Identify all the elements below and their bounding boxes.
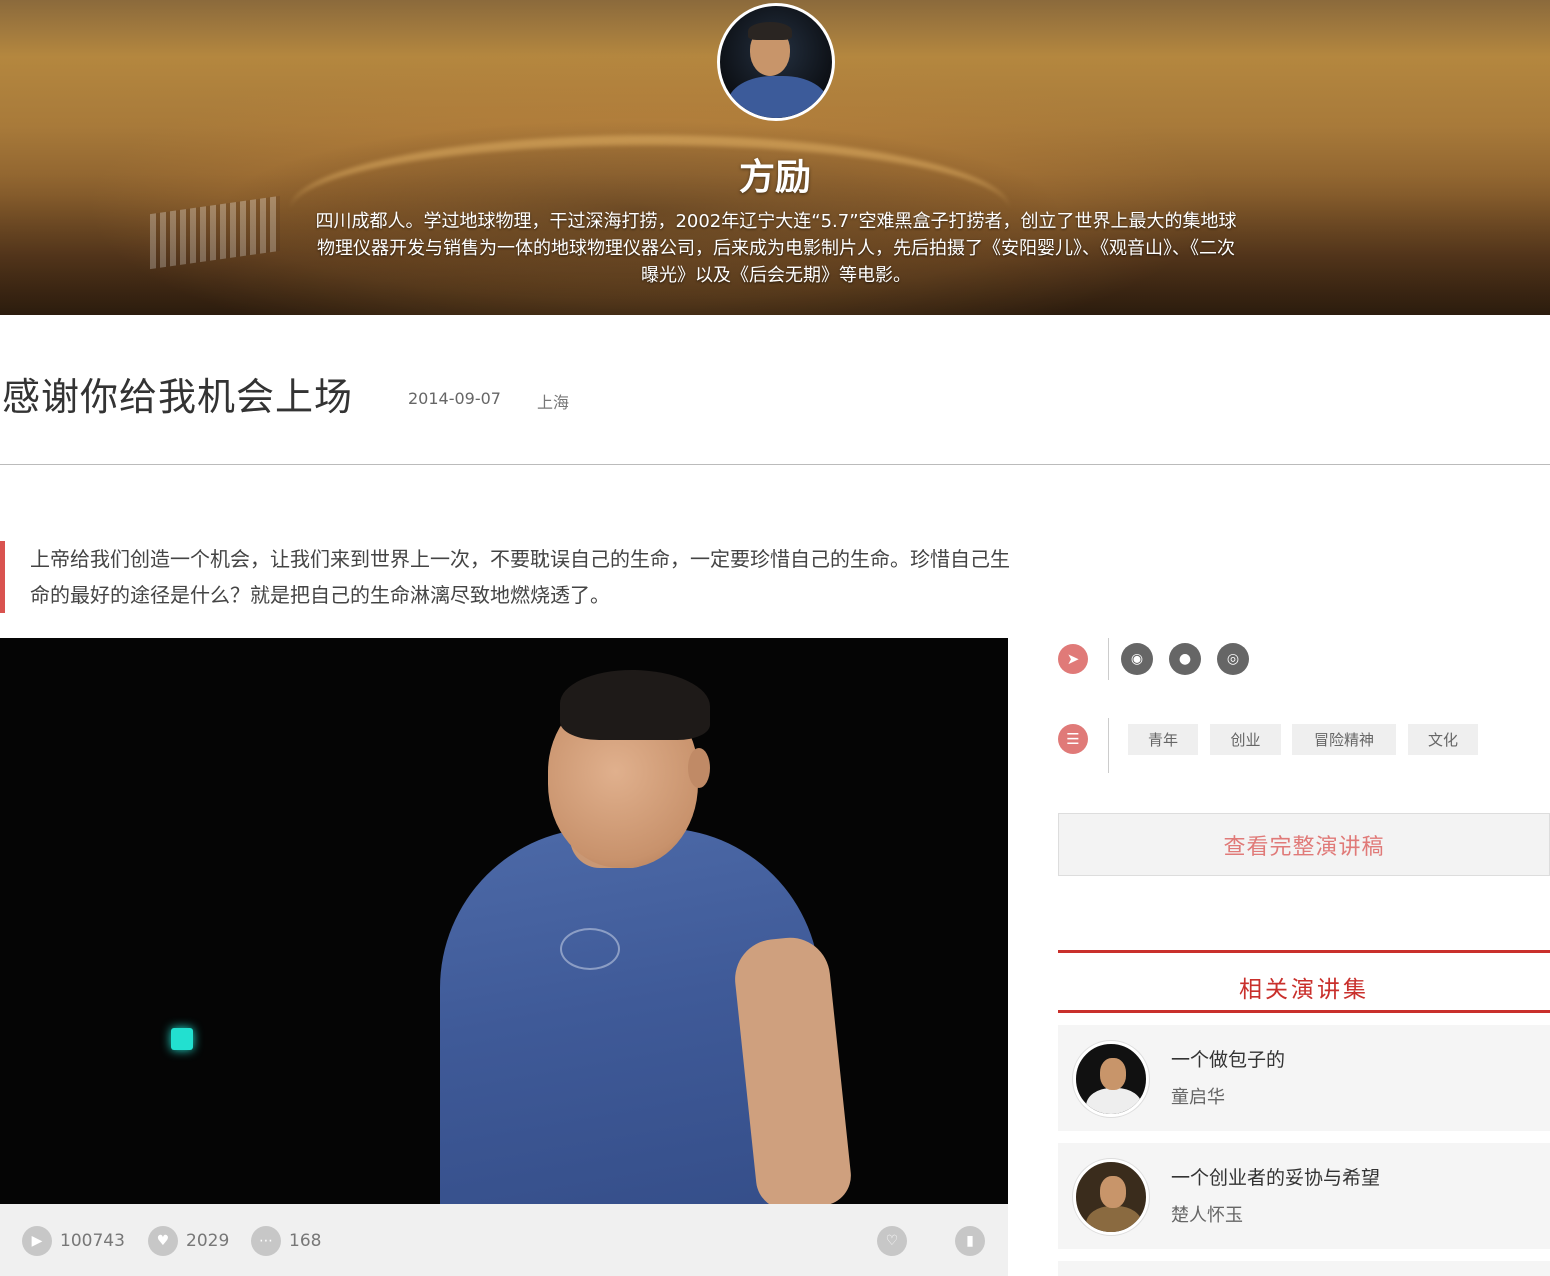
related-talk-title: 一个创业者的妥协与希望 (1171, 1167, 1381, 1189)
talk-date: 2014-09-07 (408, 389, 501, 408)
heart-icon: ♡ (885, 1233, 899, 1249)
share-icon: ➤ (1058, 644, 1088, 674)
list-icon: ☰ (1058, 724, 1088, 754)
heart-icon: ♥ (148, 1226, 178, 1256)
bookmark-icon: ▮ (966, 1233, 974, 1249)
related-talks-heading: 相关演讲集 (1239, 977, 1369, 1003)
speaker-bio: 四川成都人。学过地球物理，干过深海打捞，2002年辽宁大连“5.7”空难黑盒子打… (315, 211, 1237, 286)
tag-item[interactable]: 青年 (1128, 724, 1198, 755)
speaker-banner: 方励 四川成都人。学过地球物理，干过深海打捞，2002年辽宁大连“5.7”空难黑… (0, 0, 1550, 315)
comment-icon: ⋯ (251, 1226, 281, 1256)
bookmark-button[interactable]: ▮ (955, 1226, 985, 1256)
speaker-avatar (717, 3, 835, 121)
talk-quote: 上帝给我们创造一个机会，让我们来到世界上一次，不要耽误自己的生命，一定要珍惜自己… (0, 541, 1010, 613)
related-talk-item[interactable]: 一个创业者的妥协与希望 楚人怀玉 (1058, 1143, 1550, 1249)
tag-item[interactable]: 冒险精神 (1292, 724, 1396, 755)
related-talk-title: 一个做包子的 (1171, 1049, 1286, 1071)
exit-sign-light (171, 1028, 193, 1050)
avatar (1073, 1041, 1149, 1117)
tag-item[interactable]: 创业 (1210, 724, 1281, 755)
related-talk-speaker: 楚人怀玉 (1171, 1205, 1243, 1226)
related-talk-item[interactable] (1058, 1261, 1550, 1276)
favorite-button[interactable]: ♡ (877, 1226, 907, 1256)
tag-item[interactable]: 文化 (1408, 724, 1478, 755)
video-stats-bar: ▶ 100743 ♥ 2029 ⋯ 168 (0, 1204, 1008, 1276)
speaker-name: 方励 (738, 157, 811, 198)
comment-count: ⋯ 168 (251, 1226, 321, 1256)
friends-circle-icon[interactable]: ◎ (1217, 643, 1249, 675)
weibo-icon[interactable]: ◉ (1121, 643, 1153, 675)
play-count: ▶ 100743 (22, 1226, 125, 1256)
wechat-icon[interactable]: ● (1169, 643, 1201, 675)
avatar (1073, 1159, 1149, 1235)
like-count: ♥ 2029 (148, 1226, 229, 1256)
view-transcript-button[interactable]: 查看完整演讲稿 (1058, 813, 1550, 876)
related-talk-item[interactable]: 一个做包子的 童启华 (1058, 1025, 1550, 1131)
talk-city: 上海 (537, 393, 570, 412)
related-talk-speaker: 童启华 (1171, 1087, 1225, 1108)
talk-title: 感谢你给我机会上场 (2, 375, 354, 419)
play-icon: ▶ (22, 1226, 52, 1256)
title-divider (0, 464, 1550, 465)
video-player[interactable] (0, 638, 1008, 1204)
